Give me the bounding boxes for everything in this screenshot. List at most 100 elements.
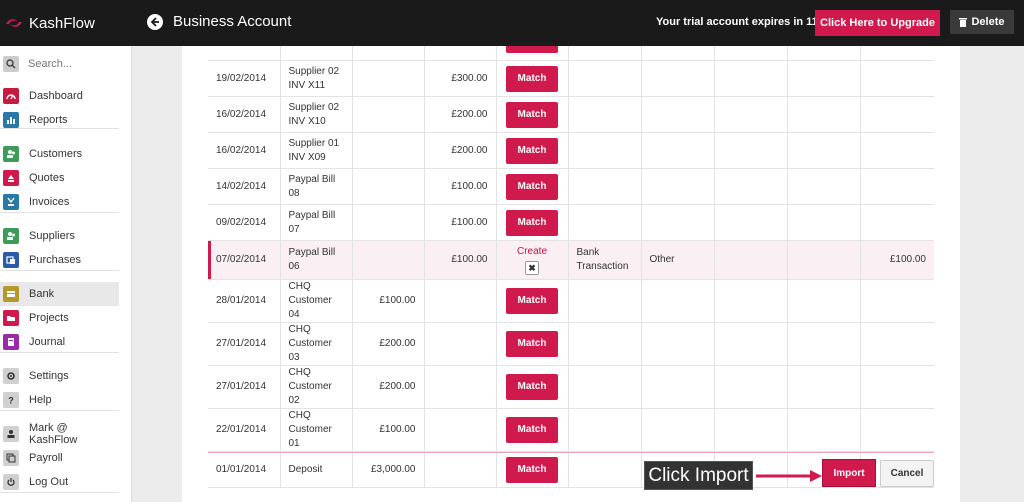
upgrade-button[interactable]: Click Here to Upgrade (815, 10, 940, 36)
row-money-out: £200.00 (424, 96, 497, 133)
row-description: Supplier 02 INV X11 (280, 60, 353, 97)
sidebar-item-label: Customers (29, 148, 83, 160)
import-button[interactable]: Import (822, 459, 876, 487)
sidebar-item-label: Log Out (29, 476, 69, 488)
power-icon (3, 474, 19, 490)
row-date: 14/02/2014 (208, 168, 281, 205)
top-bar: KashFlow Business Account Your trial acc… (0, 0, 1024, 46)
row-amount (860, 168, 934, 205)
sidebar-item-suppliers[interactable]: Suppliers (0, 224, 119, 248)
sidebar: Dashboard Reports Customers Quotes Invoices S… (0, 46, 132, 502)
row-extra-2 (787, 240, 861, 280)
sidebar-item-dashboard[interactable]: Dashboard (0, 84, 119, 108)
cancel-button[interactable]: Cancel (880, 460, 934, 487)
match-button[interactable]: Match (506, 374, 558, 400)
main-content: 19/02/2014 Supplier 02 INV X11 £300.00 Matc… (182, 46, 960, 502)
match-button[interactable]: Match (506, 456, 558, 483)
row-money-in (352, 60, 425, 97)
sidebar-item-label: Projects (29, 312, 69, 324)
payroll-icon (3, 450, 19, 466)
match-button[interactable]: Match (506, 173, 558, 200)
match-button[interactable]: Match (506, 137, 558, 164)
row-extra-2 (787, 132, 861, 169)
create-link[interactable]: Create (505, 245, 560, 259)
gear-icon (3, 368, 19, 384)
sidebar-item-help[interactable]: ? Help (0, 388, 119, 412)
search-input[interactable] (28, 58, 108, 70)
sidebar-item-customers[interactable]: Customers (0, 142, 119, 166)
match-button[interactable]: Match (506, 331, 558, 357)
sidebar-item-label: Suppliers (29, 230, 75, 242)
row-date: 07/02/2014 (208, 240, 281, 280)
sidebar-item-settings[interactable]: Settings (0, 364, 119, 388)
match-button[interactable] (506, 46, 558, 53)
row-amount (860, 96, 934, 133)
row-description: CHQ Customer 02 (280, 365, 353, 409)
sidebar-item-projects[interactable]: Projects (0, 306, 119, 330)
row-type (568, 365, 642, 409)
transactions-table: 19/02/2014 Supplier 02 INV X11 £300.00 Matc… (208, 46, 934, 488)
row-date: 27/01/2014 (208, 365, 281, 409)
row-money-out (424, 451, 497, 488)
chart-icon (3, 112, 19, 128)
row-money-in (352, 132, 425, 169)
row-extra-2 (787, 96, 861, 133)
sidebar-item-label: Settings (29, 370, 69, 382)
sidebar-item-mark-kashflow[interactable]: Mark @ KashFlow (0, 422, 119, 446)
row-date: 19/02/2014 (208, 60, 281, 97)
table-row: 19/02/2014 Supplier 02 INV X11 £300.00 Matc… (208, 60, 934, 97)
row-money-in: £100.00 (352, 279, 425, 323)
row-money-out: £100.00 (424, 168, 497, 205)
search-icon[interactable] (3, 56, 19, 72)
table-row: 16/02/2014 Supplier 02 INV X10 £200.00 Matc… (208, 96, 934, 133)
table-row: 27/01/2014 CHQ Customer 02 £200.00 Match (208, 365, 934, 409)
sidebar-item-label: Invoices (29, 196, 70, 208)
delete-button[interactable]: Delete (950, 10, 1014, 34)
svg-text:?: ? (8, 396, 14, 406)
match-button[interactable]: Match (506, 288, 558, 314)
table-row: 27/01/2014 CHQ Customer 03 £200.00 Match (208, 322, 934, 366)
row-money-out: £300.00 (424, 60, 497, 97)
close-icon[interactable]: ✖ (525, 260, 539, 275)
trash-icon (959, 17, 968, 27)
row-type (568, 168, 642, 205)
sidebar-item-label: Help (29, 394, 52, 406)
sidebar-item-purchases[interactable]: Purchases (0, 248, 119, 272)
row-money-out (424, 322, 497, 366)
row-category (641, 60, 715, 97)
row-type (568, 408, 642, 452)
row-money-out: £200.00 (424, 132, 497, 169)
row-money-in: £3,000.00 (352, 451, 425, 488)
back-button[interactable] (147, 14, 163, 30)
user-icon (3, 426, 19, 442)
row-type (568, 204, 642, 241)
sidebar-item-journal[interactable]: Journal (0, 330, 119, 354)
match-button[interactable]: Match (506, 417, 558, 443)
row-amount (860, 365, 934, 409)
row-extra-2 (787, 408, 861, 452)
row-category (641, 168, 715, 205)
table-row-partial (208, 46, 934, 61)
row-date: 28/01/2014 (208, 279, 281, 323)
match-button[interactable]: Match (506, 209, 558, 236)
brand-name: KashFlow (29, 14, 95, 32)
row-amount (860, 322, 934, 366)
row-money-in (352, 168, 425, 205)
sidebar-item-invoices[interactable]: Invoices (0, 190, 119, 214)
row-amount (860, 60, 934, 97)
sidebar-item-log-out[interactable]: Log Out (0, 470, 119, 494)
sidebar-item-payroll[interactable]: Payroll (0, 446, 119, 470)
table-row: 14/02/2014 Paypal Bill 08 £100.00 Match (208, 168, 934, 205)
row-description: Supplier 02 INV X10 (280, 96, 353, 133)
row-money-in (352, 240, 425, 280)
row-type (568, 322, 642, 366)
sidebar-item-quotes[interactable]: Quotes (0, 166, 119, 190)
row-money-out: £100.00 (424, 204, 497, 241)
brand[interactable]: KashFlow (0, 0, 132, 46)
match-button[interactable]: Match (506, 101, 558, 128)
row-category (641, 279, 715, 323)
row-money-out: £100.00 (424, 240, 497, 280)
row-type (568, 96, 642, 133)
sidebar-item-bank[interactable]: Bank (0, 282, 119, 306)
match-button[interactable]: Match (506, 65, 558, 92)
